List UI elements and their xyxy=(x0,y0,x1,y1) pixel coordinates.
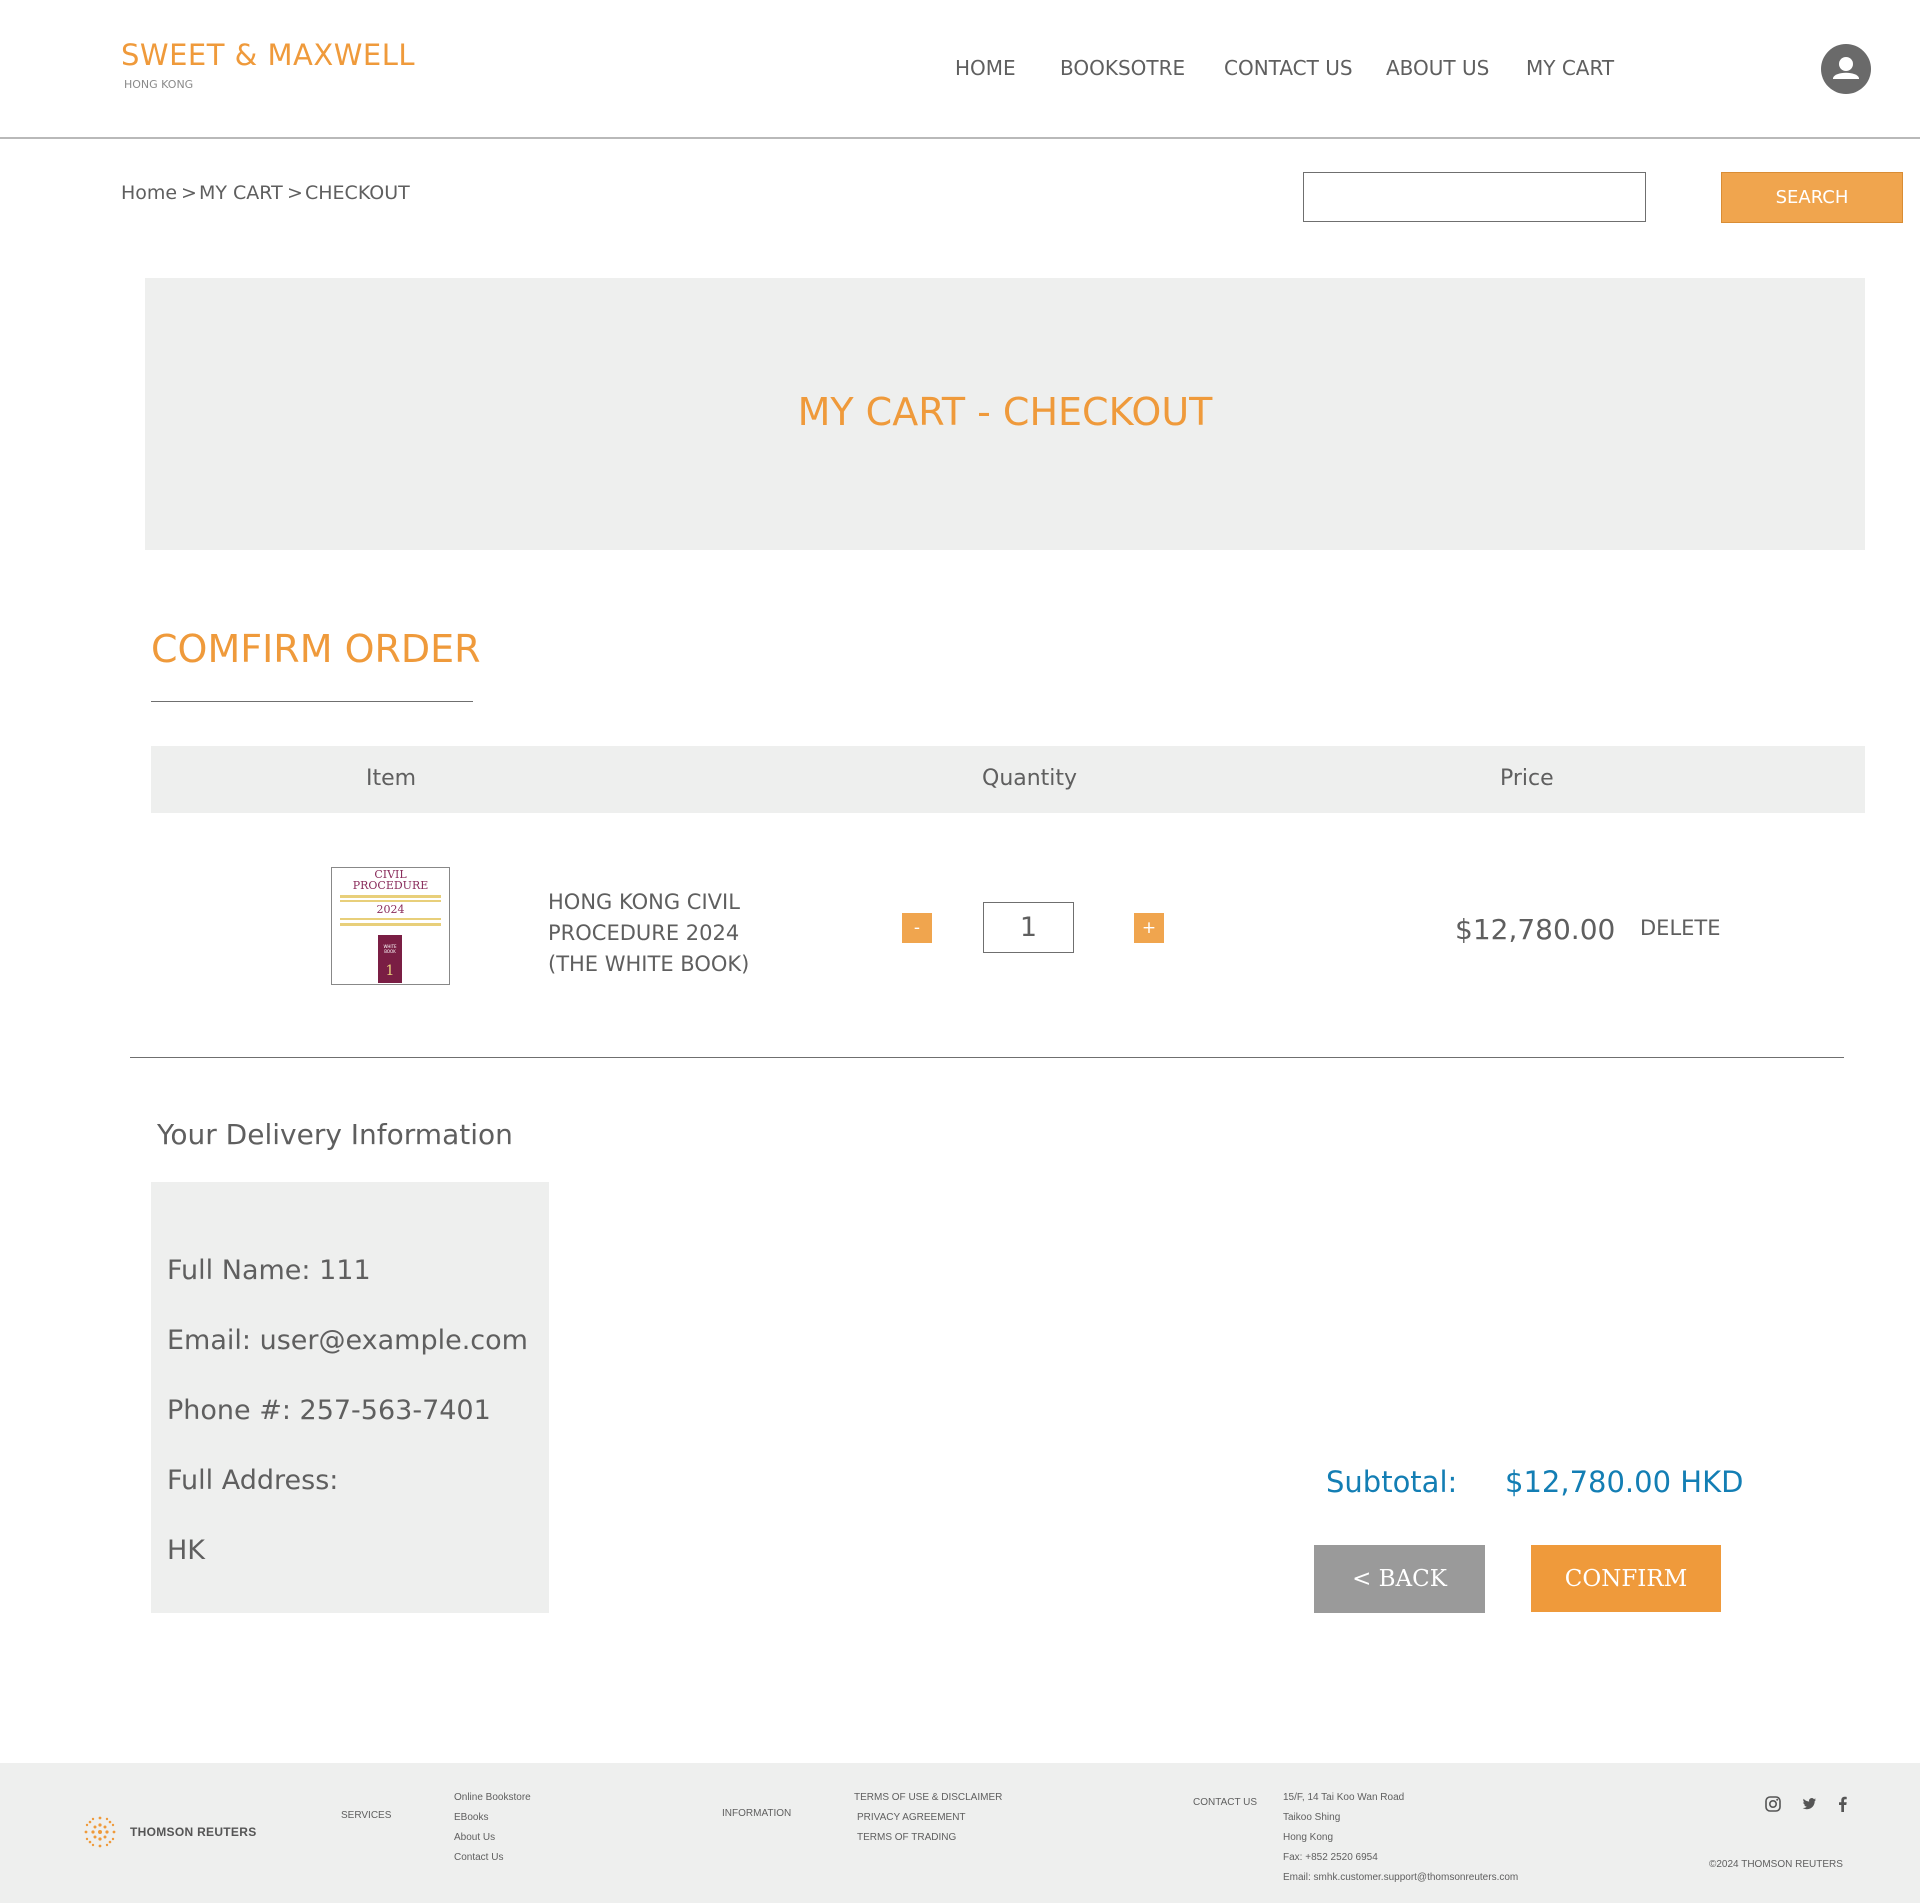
header-divider xyxy=(0,137,1920,139)
delivery-address: HK xyxy=(167,1535,206,1566)
column-header-price: Price xyxy=(1500,766,1554,791)
back-button[interactable]: < BACK xyxy=(1314,1545,1485,1613)
facebook-icon[interactable] xyxy=(1832,1793,1854,1815)
footer-contact-fax: Fax: +852 2520 6954 xyxy=(1283,1852,1378,1863)
user-avatar-icon[interactable] xyxy=(1821,44,1871,94)
delivery-phone: Phone #: 257-563-7401 xyxy=(167,1395,491,1426)
delivery-title: Your Delivery Information xyxy=(157,1118,513,1151)
column-header-item: Item xyxy=(366,766,417,791)
search-button[interactable]: SEARCH xyxy=(1721,172,1903,223)
footer-link-terms-of-use[interactable]: TERMS OF USE & DISCLAIMER xyxy=(854,1792,1002,1803)
delivery-email: Email: user@example.com xyxy=(167,1325,528,1356)
breadcrumb-cart[interactable]: MY CART xyxy=(199,182,283,204)
footer-link-online-bookstore[interactable]: Online Bookstore xyxy=(454,1792,531,1803)
column-header-quantity: Quantity xyxy=(982,766,1078,791)
cover-stripe xyxy=(340,895,441,898)
nav-contact-us[interactable]: CONTACT US xyxy=(1224,56,1353,80)
cover-stripe xyxy=(340,900,441,902)
cover-stripe xyxy=(340,923,441,926)
breadcrumb-separator: > xyxy=(287,182,303,204)
footer-contact-email[interactable]: Email: smhk.customer.support@thomsonreut… xyxy=(1283,1872,1518,1883)
footer-brand: THOMSON REUTERS xyxy=(130,1825,257,1839)
logo-subtitle: HONG KONG xyxy=(124,78,194,91)
breadcrumb-separator: > xyxy=(181,182,197,204)
search-input[interactable] xyxy=(1303,172,1646,222)
nav-bookstore[interactable]: BOOKSOTRE xyxy=(1060,56,1185,80)
footer-contact-address-line: Taikoo Shing xyxy=(1283,1812,1341,1823)
footer-contact-address-line: 15/F, 14 Tai Koo Wan Road xyxy=(1283,1792,1405,1803)
quantity-input[interactable] xyxy=(983,902,1074,953)
delivery-full-name: Full Name: 111 xyxy=(167,1255,371,1286)
footer xyxy=(0,1763,1920,1903)
cover-volume: 1 xyxy=(385,963,395,979)
footer-link-privacy-agreement[interactable]: PRIVACY AGREEMENT xyxy=(857,1812,966,1823)
footer-services-label: SERVICES xyxy=(341,1810,392,1821)
item-price: $12,780.00 xyxy=(1455,913,1616,946)
thomson-reuters-logo-icon xyxy=(80,1812,120,1852)
nav-about-us[interactable]: ABOUT US xyxy=(1386,56,1489,80)
cover-stripe xyxy=(340,918,441,920)
breadcrumb-home[interactable]: Home xyxy=(121,182,177,204)
footer-link-contact-us[interactable]: Contact Us xyxy=(454,1852,503,1863)
subtotal-label: Subtotal: xyxy=(1326,1465,1458,1499)
footer-link-about-us[interactable]: About Us xyxy=(454,1832,495,1843)
footer-link-terms-of-trading[interactable]: TERMS OF TRADING xyxy=(857,1832,956,1843)
nav-my-cart[interactable]: MY CART xyxy=(1526,56,1614,80)
delete-item-button[interactable]: DELETE xyxy=(1640,916,1721,940)
footer-link-ebooks[interactable]: EBooks xyxy=(454,1812,488,1823)
logo-title[interactable]: SWEET & MAXWELL xyxy=(121,38,415,72)
quantity-decrease-button[interactable]: - xyxy=(902,913,932,943)
footer-contact-label: CONTACT US xyxy=(1193,1797,1258,1808)
quantity-increase-button[interactable]: + xyxy=(1134,913,1164,943)
cover-book-label: WHITE BOOK xyxy=(383,944,397,954)
row-divider xyxy=(130,1057,1844,1058)
section-title-underline xyxy=(151,701,473,702)
book-cover-image: CIVIL PROCEDURE 2024 WHITE BOOK 1 xyxy=(331,867,450,985)
page-title: MY CART - CHECKOUT xyxy=(797,390,1213,434)
footer-copyright: ©2024 THOMSON REUTERS xyxy=(1709,1859,1843,1870)
subtotal-value: $12,780.00 HKD xyxy=(1505,1465,1744,1499)
nav-home[interactable]: HOME xyxy=(955,56,1016,80)
delivery-address-label: Full Address: xyxy=(167,1465,339,1496)
instagram-icon[interactable] xyxy=(1762,1793,1784,1815)
twitter-icon[interactable] xyxy=(1798,1793,1820,1815)
cover-year: 2024 xyxy=(376,903,405,916)
footer-contact-address-line: Hong Kong xyxy=(1283,1832,1334,1843)
section-title: COMFIRM ORDER xyxy=(151,627,481,671)
confirm-button[interactable]: CONFIRM xyxy=(1531,1545,1721,1612)
footer-information-label: INFORMATION xyxy=(722,1808,792,1819)
item-name[interactable]: HONG KONG CIVIL PROCEDURE 2024 (THE WHIT… xyxy=(548,887,778,980)
breadcrumb-checkout: CHECKOUT xyxy=(305,182,410,204)
cover-spine: WHITE BOOK 1 xyxy=(378,935,402,983)
cover-title-line: PROCEDURE xyxy=(352,879,429,892)
